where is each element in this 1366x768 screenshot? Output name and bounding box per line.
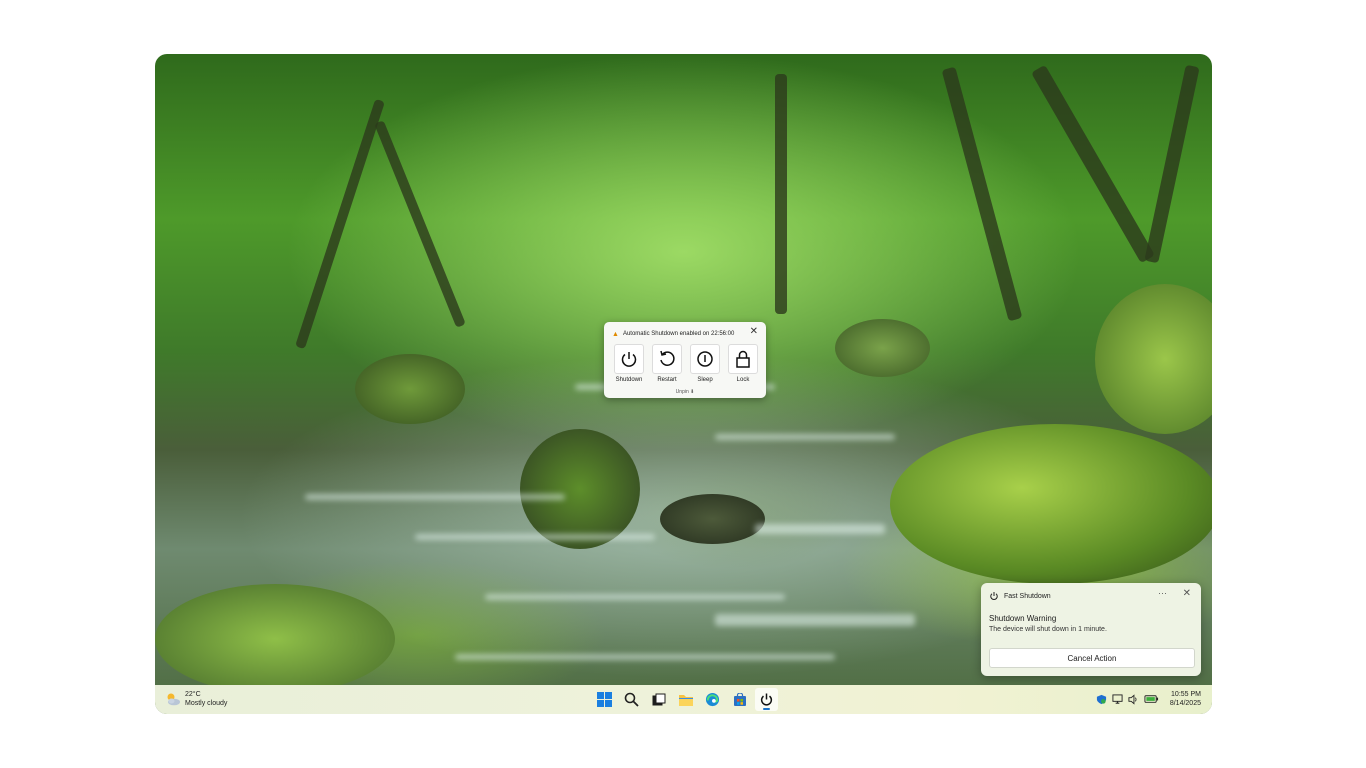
shutdown-action-button[interactable]: Shutdown <box>612 344 646 383</box>
notification-more-button[interactable]: ··· <box>1158 588 1167 598</box>
lock-action-button[interactable]: Lock <box>726 344 760 383</box>
fast-shutdown-popup: ▲ Automatic Shutdown enabled on 22:56:00… <box>604 322 766 398</box>
sleep-label: Sleep <box>697 377 713 383</box>
restart-label: Restart <box>657 377 677 383</box>
weather-widget[interactable]: 22°C Mostly cloudy <box>165 690 227 708</box>
windows-start-icon <box>597 692 612 707</box>
network-icon[interactable] <box>1111 693 1123 705</box>
partly-cloudy-icon <box>167 693 180 706</box>
power-icon <box>990 592 998 600</box>
store-icon <box>733 692 746 706</box>
notification-body: The device will shut down in 1 minute. <box>989 626 1107 633</box>
restart-action-button[interactable]: Restart <box>650 344 684 383</box>
taskbar-clock[interactable]: 10:55 PM 8/14/2025 <box>1170 690 1201 708</box>
taskbar-store-button[interactable] <box>728 688 751 711</box>
shutdown-warning-notification: Fast Shutdown ··· ✕ Shutdown Warning The… <box>981 583 1201 676</box>
taskbar-start-button[interactable] <box>593 688 616 711</box>
popup-close-button[interactable]: ✕ <box>750 326 758 337</box>
sleep-icon <box>690 344 720 374</box>
edge-browser-icon <box>705 692 720 707</box>
taskbar-search-button[interactable] <box>620 688 643 711</box>
notification-close-button[interactable]: ✕ <box>1183 588 1191 599</box>
folder-icon <box>678 694 693 706</box>
weather-condition: Mostly cloudy <box>185 700 228 707</box>
notification-title: Shutdown Warning <box>989 614 1057 623</box>
sleep-action-button[interactable]: Sleep <box>688 344 722 383</box>
taskbar-apps <box>593 688 782 711</box>
auto-shutdown-message: Automatic Shutdown enabled on 22:56:00 <box>622 331 735 337</box>
taskbar-edge-button[interactable] <box>701 688 724 711</box>
weather-temperature: 22°C <box>185 691 201 698</box>
defender-icon[interactable] <box>1095 693 1107 705</box>
power-icon <box>760 693 773 706</box>
clock-date: 8/14/2025 <box>1169 700 1201 707</box>
taskbar: 22°C Mostly cloudy 10:55 PM 8/14/2025 <box>155 685 1212 714</box>
volume-icon[interactable] <box>1127 693 1139 705</box>
popup-header: ▲ Automatic Shutdown enabled on 22:56:00… <box>612 326 760 340</box>
taskbar-task-view-button[interactable] <box>647 688 670 711</box>
search-icon <box>624 692 639 707</box>
unpin-link[interactable]: Unpin ⬇ <box>604 389 766 395</box>
lock-icon <box>728 344 758 374</box>
restart-icon <box>652 344 682 374</box>
notification-app-name: Fast Shutdown <box>1004 592 1051 600</box>
task-view-icon <box>652 693 665 705</box>
taskbar-fast-shutdown-button[interactable] <box>755 688 778 711</box>
taskbar-file-explorer-button[interactable] <box>674 688 697 711</box>
battery-icon[interactable] <box>1143 693 1159 705</box>
clock-time: 10:55 PM <box>1171 691 1201 698</box>
system-tray <box>1095 693 1163 705</box>
cancel-action-button[interactable]: Cancel Action <box>989 648 1195 668</box>
lock-label: Lock <box>736 377 750 383</box>
shutdown-label: Shutdown <box>615 377 643 383</box>
power-icon <box>614 344 644 374</box>
warning-triangle-icon: ▲ <box>612 330 619 338</box>
